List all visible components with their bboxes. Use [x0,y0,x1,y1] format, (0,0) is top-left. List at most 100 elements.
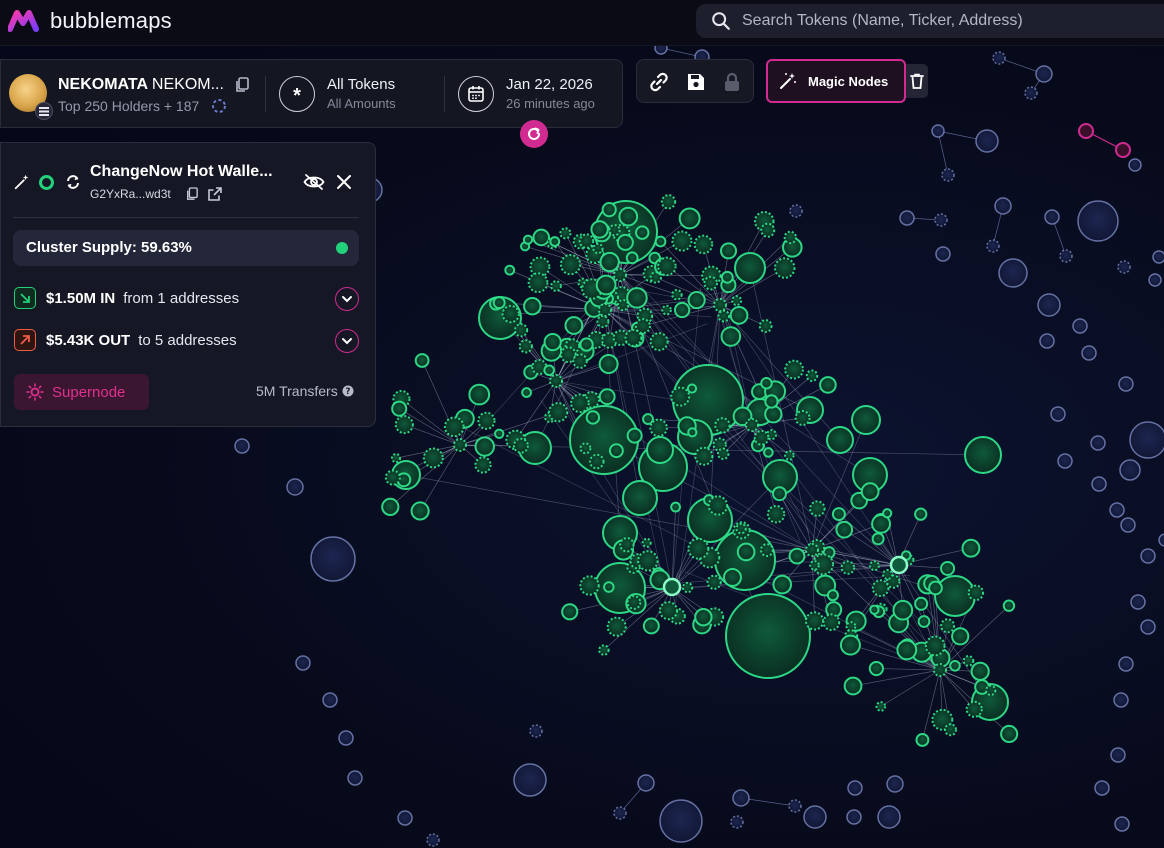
cluster-bubble[interactable] [474,436,495,457]
cluster-bubble[interactable] [649,418,668,438]
holder-bubble[interactable] [788,799,802,813]
cluster-bubble[interactable] [760,377,773,390]
cluster-bubble[interactable] [722,567,742,587]
holder-bubble[interactable] [1037,293,1061,317]
cluster-bubble[interactable] [660,194,677,210]
expand-outflow-button[interactable] [335,329,359,353]
cluster-bubble[interactable] [694,608,713,627]
cluster-bubble[interactable] [595,274,617,296]
cluster-bubble[interactable] [961,538,981,558]
cluster-bubble[interactable] [390,453,402,464]
holders-summary[interactable]: Top 250 Holders + 187 [58,98,199,114]
cluster-bubble[interactable] [477,411,496,430]
cluster-bubble[interactable] [753,429,770,446]
cluster-bubble[interactable] [523,296,542,316]
cluster-bubble[interactable] [934,575,976,617]
cluster-bubble[interactable] [914,596,929,611]
cluster-bubble[interactable] [671,289,683,301]
cluster-bubble[interactable] [819,376,837,394]
holder-bubble[interactable] [1077,200,1119,242]
cluster-bubble[interactable] [670,501,682,513]
cluster-bubble[interactable] [716,447,730,461]
cluster-bubble[interactable] [617,299,630,312]
holder-bubble[interactable] [1120,517,1136,533]
cluster-bubble[interactable] [766,505,786,524]
cluster-bubble[interactable] [882,569,894,580]
supernode-button[interactable]: Supernode [14,374,149,410]
cluster-bubble[interactable] [527,272,549,294]
holder-bubble[interactable] [513,763,547,797]
cluster-bubble[interactable] [1000,724,1019,744]
cluster-bubble[interactable] [654,235,667,248]
cluster-bubble[interactable] [564,316,584,335]
holder-bubble[interactable] [1118,376,1134,392]
cluster-bubble[interactable] [892,599,914,621]
holder-bubble[interactable] [529,724,543,738]
holder-bubble[interactable] [1128,158,1142,172]
cluster-bubble[interactable] [492,296,506,310]
cluster-bubble[interactable] [707,495,729,516]
holder-bubble[interactable] [613,806,627,820]
holder-bubble[interactable] [1114,816,1130,832]
cluster-bubble[interactable] [720,270,734,284]
holder-bubble[interactable] [935,246,951,262]
cluster-bubble[interactable] [686,383,698,394]
cluster-bubble[interactable] [474,456,492,474]
cluster-bubble[interactable] [760,222,776,238]
cluster-bubble[interactable] [625,251,639,265]
date-picker-button[interactable] [458,76,494,112]
cluster-bubble[interactable] [965,700,983,718]
cluster-bubble[interactable] [599,251,620,273]
cluster-bubble[interactable] [548,402,569,423]
cluster-bubble[interactable] [561,603,579,621]
holder-bubble[interactable] [426,833,440,847]
cluster-bubble[interactable] [410,501,430,521]
hub-bubble[interactable] [805,543,819,557]
cluster-bubble[interactable] [772,574,793,595]
cluster-bubble[interactable] [784,450,795,461]
holder-bubble[interactable] [992,51,1006,65]
holder-bubble[interactable] [789,204,803,218]
cluster-bubble[interactable] [642,413,654,425]
holder-bubble[interactable] [1140,548,1156,564]
cluster-bubble[interactable] [882,508,893,519]
cluster-bubble[interactable] [720,326,742,347]
holder-bubble[interactable] [803,805,827,829]
cluster-bubble[interactable] [924,635,946,657]
holder-bubble[interactable] [847,780,863,796]
search-bar[interactable] [696,4,1164,38]
holder-bubble[interactable] [1090,435,1106,451]
external-link-icon[interactable] [208,187,222,201]
cluster-bubble[interactable] [783,230,797,245]
cluster-bubble[interactable] [736,542,756,562]
holder-bubble[interactable] [730,815,744,829]
cluster-bubble[interactable] [714,417,731,434]
cluster-bubble[interactable] [518,339,533,354]
hub-bubble[interactable] [453,438,467,452]
lock-icon[interactable] [721,71,743,93]
cluster-bubble[interactable] [512,437,529,454]
cluster-bubble[interactable] [967,584,985,602]
cluster-bubble[interactable] [809,560,820,571]
cluster-bubble[interactable] [572,353,588,369]
cluster-bubble[interactable] [763,447,774,458]
cluster-bubble[interactable] [598,644,610,656]
holder-bubble[interactable] [1024,86,1038,100]
copy-icon[interactable] [235,77,249,93]
holder-bubble[interactable] [659,799,703,843]
holder-bubble[interactable] [1130,594,1146,610]
cluster-bubble[interactable] [590,220,609,239]
cluster-bubble[interactable] [840,560,856,575]
cluster-bubble[interactable] [649,332,669,352]
cluster-bubble[interactable] [871,579,890,597]
holder-bubble[interactable] [637,774,655,792]
cluster-bubble[interactable] [944,723,958,737]
holder-bubble[interactable] [1039,333,1055,349]
expand-inflow-button[interactable] [335,287,359,311]
cluster-bubble[interactable] [839,634,861,656]
holder-bubble[interactable] [1081,345,1097,361]
bubble-map-canvas[interactable]: bubblemaps NEKOMATA NEKOM... Top 250 Hol… [0,0,1164,848]
cluster-bubble[interactable] [443,416,465,438]
holder-bubble[interactable] [347,770,363,786]
magic-node-bubble[interactable] [1078,123,1094,139]
